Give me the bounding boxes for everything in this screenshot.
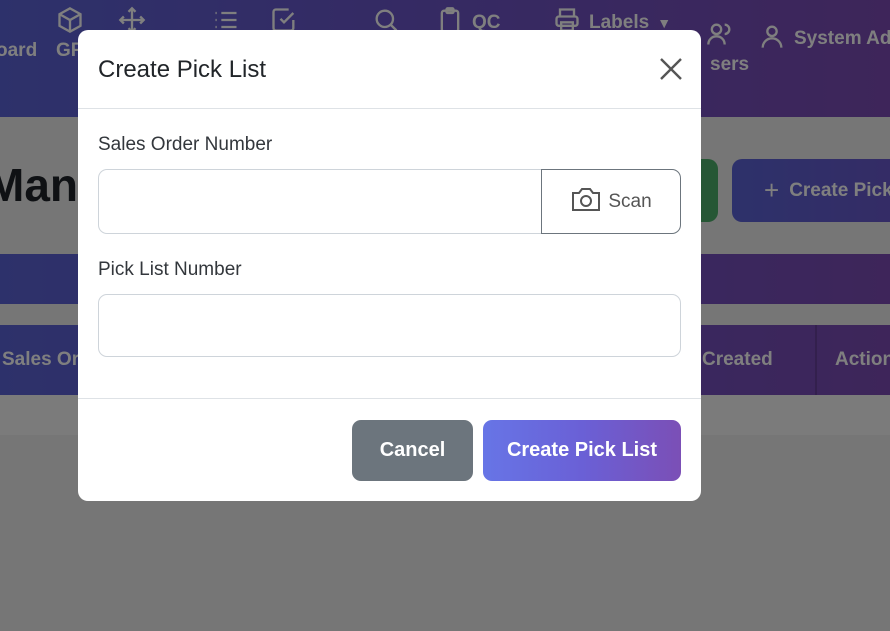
- create-pick-list-button[interactable]: Create Pick List: [483, 420, 681, 481]
- cancel-button[interactable]: Cancel: [352, 420, 473, 481]
- sales-order-label: Sales Order Number: [98, 134, 273, 155]
- modal-header: Create Pick List: [78, 30, 701, 109]
- pick-list-label: Pick List Number: [98, 259, 242, 280]
- create-pick-list-modal: Create Pick List Sales Order Number Scan…: [78, 30, 701, 501]
- camera-icon: [570, 185, 602, 219]
- scan-button[interactable]: Scan: [541, 169, 681, 234]
- close-icon: [660, 58, 682, 80]
- close-button[interactable]: [656, 54, 686, 84]
- modal-footer: Cancel Create Pick List: [78, 398, 701, 501]
- scan-label: Scan: [608, 190, 652, 212]
- pick-list-input[interactable]: [98, 294, 681, 357]
- sales-order-input-group: Scan: [98, 169, 681, 234]
- sales-order-input[interactable]: [98, 169, 542, 234]
- modal-title: Create Pick List: [98, 56, 267, 83]
